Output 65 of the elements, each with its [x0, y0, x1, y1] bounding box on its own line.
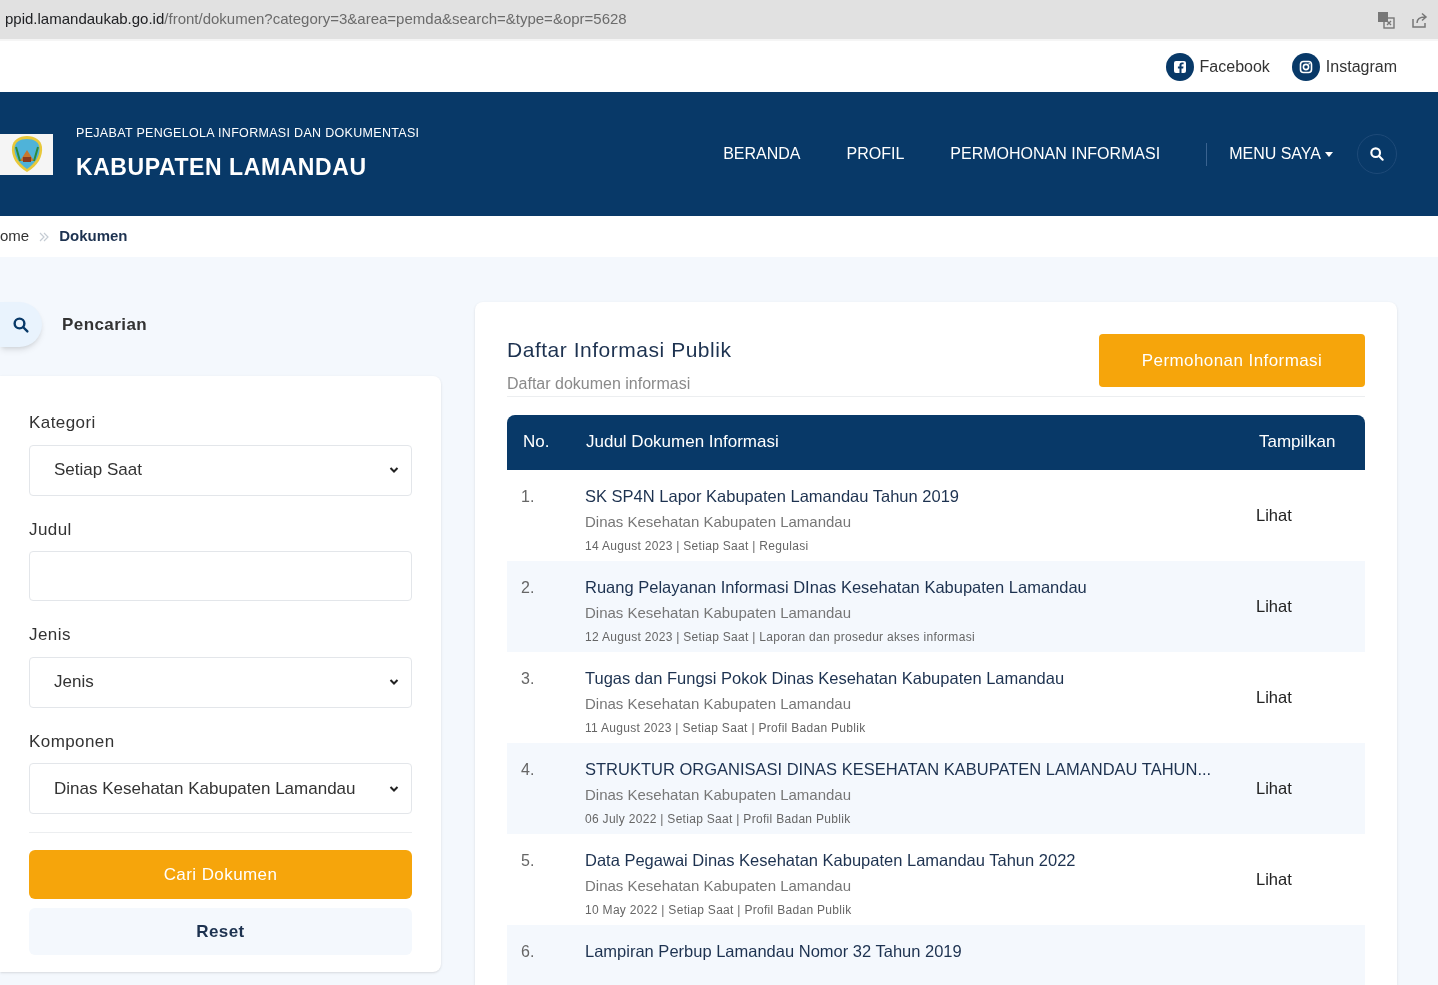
column-header: No.	[522, 431, 551, 454]
header-title: KABUPATEN LAMANDAU	[76, 152, 368, 182]
document-title[interactable]: Ruang Pelayanan Informasi DInas Kesehatan Kabupaten Lamandau	[585, 574, 1256, 600]
select-field[interactable]: Setiap Saat	[29, 444, 412, 496]
document-agency: Dinas Kesehatan Kabupaten Lamandau	[585, 512, 853, 533]
nav-link[interactable]: PROFIL	[846, 142, 905, 166]
document-meta: 10 May 2022 | Setiap Saat | Profil Badan Publik	[585, 901, 853, 919]
document-meta: 11 August 2023 | Setiap Saat | Profil Badan Publik	[585, 719, 867, 737]
document-agency: Dinas Kesehatan Kabupaten Lamandau	[585, 876, 853, 897]
document-title[interactable]: Tugas dan Fungsi Pokok Dinas Kesehatan Kabupaten Lamandau	[585, 665, 1256, 691]
document-meta: 12 August 2023 | Setiap Saat | Laporan dan prosedur akses informasi	[585, 628, 976, 646]
breadcrumb-link[interactable]: ome	[0, 225, 30, 248]
document-title[interactable]: STRUKTUR ORGANISASI DINAS KESEHATAN KABUPATEN LAMANDAU TAHUN...	[585, 756, 1256, 782]
share-icon[interactable]	[1411, 10, 1429, 29]
row-number: 1.	[520, 486, 536, 507]
view-link[interactable]: Lihat	[1256, 775, 1365, 801]
chevron-down-icon	[389, 677, 399, 687]
row-number: 4.	[520, 759, 536, 780]
facebook-icon	[1165, 52, 1194, 81]
list-subtitle: Daftar dokumen informasi	[507, 373, 692, 394]
view-link[interactable]: Lihat	[1256, 866, 1365, 892]
header-subtitle: PEJABAT PENGELOLA INFORMASI DAN DOKUMENTASI	[76, 124, 420, 142]
list-title: Daftar Informasi Publik	[507, 337, 732, 363]
document-meta: 14 August 2023 | Setiap Saat | Regulasi	[585, 537, 810, 555]
nav-link[interactable]: BERANDA	[723, 142, 801, 166]
document-meta: 06 July 2022 | Setiap Saat | Profil Badan Publik	[585, 810, 852, 828]
document-agency: Dinas Kesehatan Kabupaten Lamandau	[585, 785, 853, 806]
row-number: 3.	[520, 668, 536, 689]
logo-tile[interactable]	[0, 133, 53, 175]
row-number: 2.	[520, 577, 536, 598]
column-header: Judul Dokumen Informasi	[586, 431, 780, 454]
document-title[interactable]: Data Pegawai Dinas Kesehatan Kabupaten Lamandau Tahun 2022	[585, 847, 1256, 873]
emblem-logo	[9, 135, 44, 173]
nav-link[interactable]: MENU SAYA	[1229, 142, 1333, 166]
view-link[interactable]: Lihat	[1256, 684, 1365, 710]
search-icon	[12, 315, 30, 334]
row-number: 5.	[520, 850, 536, 871]
caret-icon	[1325, 151, 1333, 157]
column-header: Tampilkan	[1259, 431, 1337, 454]
document-agency: Dinas Kesehatan Kabupaten Lamandau	[585, 603, 853, 624]
breadcrumb-separator-icon	[39, 231, 50, 242]
nav-link[interactable]: PERMOHONAN INFORMASI	[950, 142, 1161, 166]
input-field[interactable]	[29, 551, 412, 601]
field-label: Kategori	[29, 412, 97, 434]
instagram-icon	[1291, 52, 1320, 81]
document-title[interactable]: SK SP4N Lapor Kabupaten Lamandau Tahun 2019	[585, 483, 1256, 509]
view-link[interactable]: Lihat	[1256, 593, 1365, 619]
document-title[interactable]: Lampiran Perbup Lamandau Nomor 32 Tahun 2019	[585, 938, 1365, 964]
search-icon	[1369, 146, 1385, 162]
panel-title: Pencarian	[62, 313, 148, 336]
select-field[interactable]: Dinas Kesehatan Kabupaten Lamandau	[29, 763, 412, 814]
field-label: Judul	[29, 518, 73, 541]
social-link[interactable]: Instagram	[1291, 52, 1397, 81]
row-number: 6.	[520, 941, 536, 962]
translate-icon[interactable]	[1377, 10, 1395, 29]
select-field[interactable]: Jenis	[29, 656, 412, 708]
chevron-down-icon	[389, 465, 399, 475]
field-label: Jenis	[29, 624, 72, 646]
document-agency: Dinas Kesehatan Kabupaten Lamandau	[585, 694, 853, 715]
view-link[interactable]: Lihat	[1256, 502, 1365, 528]
social-link[interactable]: Facebook	[1165, 52, 1270, 81]
url-text[interactable]: ppid.lamandaukab.go.id/front/dokumen?category=3&area=pemda&search=&type=&opr=5628	[5, 8, 627, 31]
breadcrumb-link[interactable]: Dokumen	[59, 225, 128, 248]
reset-button[interactable]: Reset	[29, 908, 412, 955]
field-label: Komponen	[29, 730, 116, 753]
